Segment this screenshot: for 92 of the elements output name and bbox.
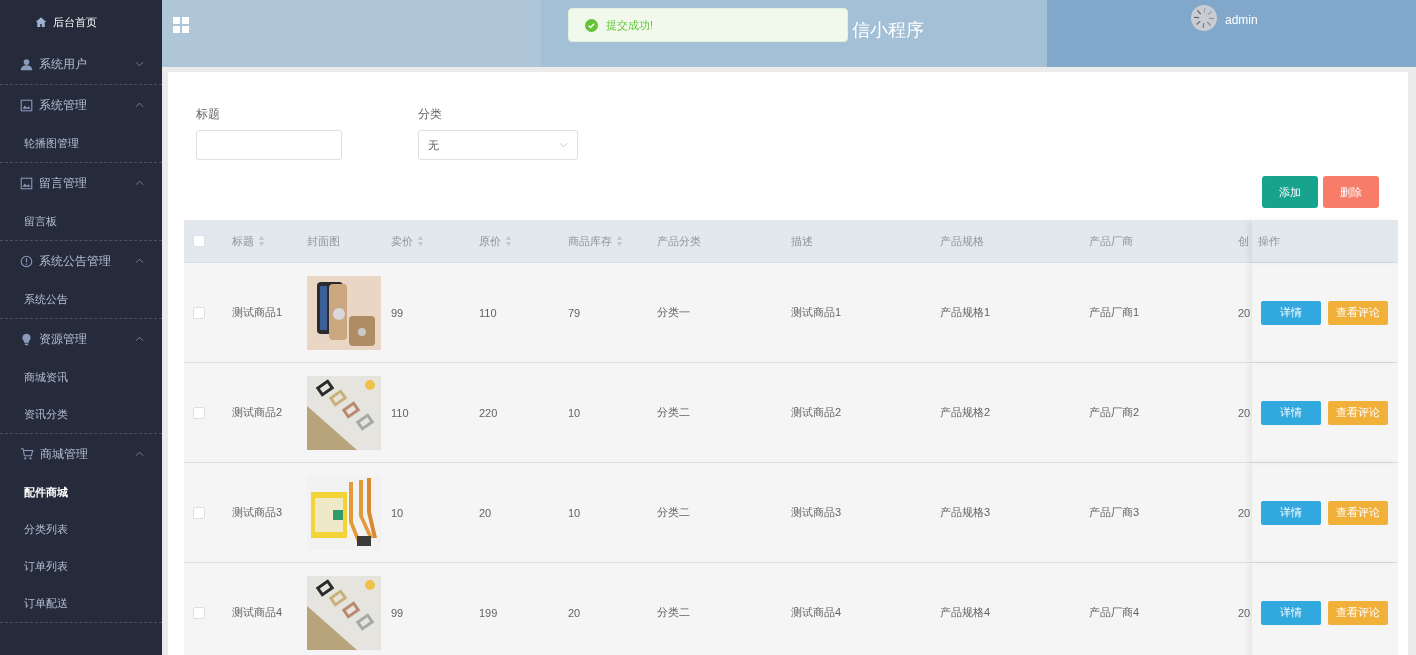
info-icon xyxy=(20,254,33,268)
sidebar-item[interactable]: 订单列表 xyxy=(0,548,162,585)
sidebar-item[interactable]: 订单配送 xyxy=(0,585,162,622)
table-cell: 220 xyxy=(479,406,498,419)
table-cell: 产品规格2 xyxy=(940,405,991,420)
table-cell: 产品厂商1 xyxy=(1089,305,1140,320)
sidebar-group[interactable]: 系统管理 xyxy=(0,85,162,125)
image-icon xyxy=(20,176,33,190)
sidebar-item[interactable]: 系统公告 xyxy=(0,281,162,318)
table-cell: 99 xyxy=(391,306,404,319)
column-header: 封面图 xyxy=(307,233,340,249)
sort-icon[interactable] xyxy=(417,236,424,246)
image-icon xyxy=(20,98,33,112)
table-cell: 20 xyxy=(479,506,492,519)
avatar-icon[interactable] xyxy=(1191,5,1217,31)
table-cell: 10 xyxy=(568,406,581,419)
sidebar-item[interactable]: 商城资讯 xyxy=(0,359,162,396)
table-cell: 测试商品1 xyxy=(791,305,842,320)
toast-message: 提交成功! xyxy=(606,17,654,33)
column-header: 操作 xyxy=(1258,233,1280,249)
sidebar-group[interactable]: 系统公告管理 xyxy=(0,241,162,281)
chevron-icon xyxy=(135,102,144,108)
table-cell: 产品厂商3 xyxy=(1089,505,1140,520)
table-cell: 产品规格1 xyxy=(940,305,991,320)
app-title: 信小程序 xyxy=(852,19,924,42)
chevron-icon xyxy=(135,180,144,186)
table-cell: 110 xyxy=(479,306,497,319)
table-cell: 分类二 xyxy=(657,605,690,620)
chevron-icon xyxy=(559,142,568,148)
table-cell: 测试商品2 xyxy=(232,405,283,420)
row-checkbox[interactable] xyxy=(193,606,205,619)
column-header: 创 xyxy=(1238,233,1249,249)
table-cell: 20 xyxy=(1238,406,1251,419)
table-cell: 110 xyxy=(391,406,409,419)
table-cell: 测试商品4 xyxy=(232,605,283,620)
home-icon xyxy=(35,16,47,28)
table-cell: 测试商品4 xyxy=(791,605,842,620)
sidebar-item[interactable]: 轮播图管理 xyxy=(0,125,162,162)
sort-icon[interactable] xyxy=(616,236,623,246)
table-cell: 10 xyxy=(391,506,404,519)
sidebar-home-label: 后台首页 xyxy=(53,14,97,30)
chevron-icon xyxy=(135,258,144,264)
sidebar-item[interactable]: 后台首页 xyxy=(0,0,162,44)
table-cell: 产品规格4 xyxy=(940,605,991,620)
sort-icon[interactable] xyxy=(258,236,265,246)
row-checkbox[interactable] xyxy=(193,506,205,519)
chevron-icon xyxy=(135,61,144,67)
table-cell: 测试商品1 xyxy=(232,305,283,320)
sidebar-group[interactable]: 留言管理 xyxy=(0,163,162,203)
sidebar-group[interactable]: 商城管理 xyxy=(0,434,162,474)
sidebar-item[interactable]: 资讯分类 xyxy=(0,396,162,433)
table-cell: 79 xyxy=(568,306,581,319)
table-cell: 20 xyxy=(1238,306,1251,319)
column-header: 产品厂商 xyxy=(1089,233,1133,249)
sidebar-group[interactable]: 系统用户 xyxy=(0,44,162,84)
table-cell: 分类二 xyxy=(657,505,690,520)
table-cell: 产品厂商2 xyxy=(1089,405,1140,420)
field-label: 分类 xyxy=(418,106,443,122)
table-cell: 产品厂商4 xyxy=(1089,605,1140,620)
table-cell: 99 xyxy=(391,606,404,619)
table-cell: 20 xyxy=(568,606,581,619)
grid-menu-icon[interactable] xyxy=(173,17,189,33)
sidebar-item[interactable]: 分类列表 xyxy=(0,511,162,548)
table-cell: 20 xyxy=(1238,506,1251,519)
sidebar-item[interactable]: 留言板 xyxy=(0,203,162,240)
table-cell: 测试商品2 xyxy=(791,405,842,420)
column-header: 描述 xyxy=(791,233,813,249)
row-checkbox[interactable] xyxy=(193,306,205,319)
chevron-icon xyxy=(135,336,144,342)
cart-icon xyxy=(20,447,34,461)
table-cell: 199 xyxy=(479,606,498,619)
category-select[interactable]: 无 xyxy=(418,130,578,160)
table-cell: 分类二 xyxy=(657,405,690,420)
user-icon xyxy=(20,57,33,71)
bulb-icon xyxy=(20,332,33,346)
sort-icon[interactable] xyxy=(505,236,512,246)
column-header: 产品规格 xyxy=(940,233,984,249)
select-all-checkbox[interactable] xyxy=(193,235,205,247)
field-label: 标题 xyxy=(196,106,221,122)
table-cell: 20 xyxy=(1238,606,1251,619)
table-cell: 分类一 xyxy=(657,305,690,320)
column-header: 产品分类 xyxy=(657,233,701,249)
title-input-field[interactable] xyxy=(196,130,342,160)
sidebar-group[interactable]: 资源管理 xyxy=(0,319,162,359)
row-checkbox[interactable] xyxy=(193,406,205,419)
table-cell: 测试商品3 xyxy=(791,505,842,520)
table-cell: 10 xyxy=(568,506,581,519)
sidebar-item[interactable]: 配件商城 xyxy=(0,474,162,511)
table-cell: 产品规格3 xyxy=(940,505,991,520)
chevron-icon xyxy=(135,451,144,457)
check-circle-icon xyxy=(585,18,598,32)
table-cell: 测试商品3 xyxy=(232,505,283,520)
